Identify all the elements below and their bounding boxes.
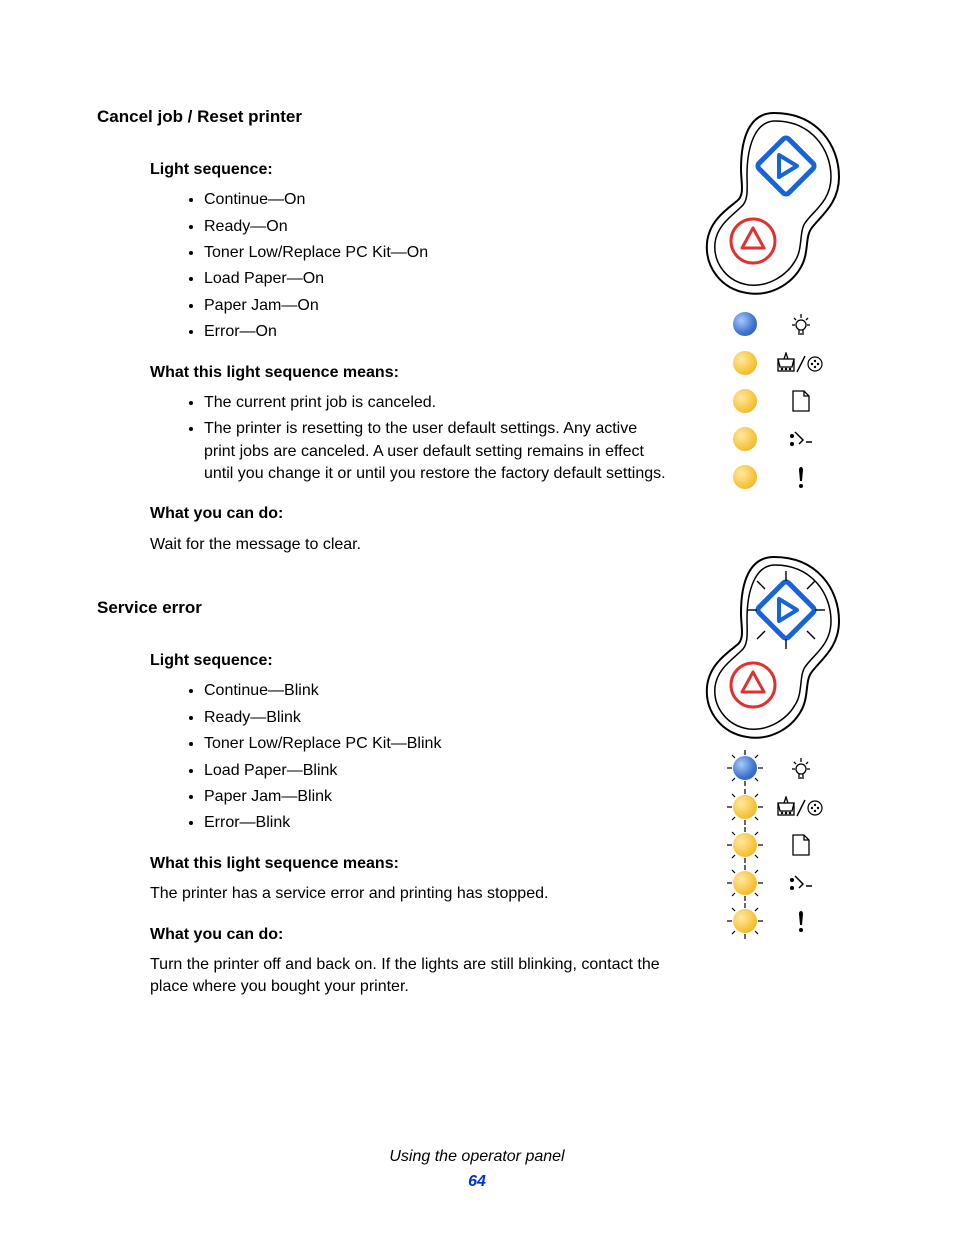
list-item: Error—On [204, 321, 669, 343]
list-item: Toner Low/Replace PC Kit—On [204, 242, 669, 264]
list-item: Load Paper—On [204, 268, 669, 290]
do-text: Turn the printer off and back on. If the… [150, 954, 669, 999]
toner-box-icon [777, 796, 825, 818]
list-item: Ready—Blink [204, 707, 669, 729]
list-item: Continue—Blink [204, 680, 669, 702]
content-column: Cancel job / Reset printer Light sequenc… [97, 105, 669, 1039]
light-sequence-list: Continue—Blink Ready—Blink Toner Low/Rep… [204, 680, 669, 834]
toner-box-icon [777, 352, 825, 374]
do-heading: What you can do: [150, 503, 669, 525]
do-text: Wait for the message to clear. [150, 534, 669, 556]
section-service-error: Service error Light sequence: Continue—B… [97, 596, 669, 998]
list-item: The current print job is canceled. [204, 392, 669, 414]
ready-led-blink-icon [733, 756, 757, 780]
error-exclaim-icon [796, 465, 806, 489]
section-title: Service error [97, 596, 669, 620]
toner-led-icon [733, 351, 757, 375]
means-text: The printer has a service error and prin… [150, 883, 669, 905]
list-item: The printer is resetting to the user def… [204, 418, 669, 485]
section-cancel-reset: Cancel job / Reset printer Light sequenc… [97, 105, 669, 556]
control-panel-icon [699, 549, 849, 749]
error-led-blink-icon [733, 909, 757, 933]
jam-led-icon [733, 427, 757, 451]
light-sequence-heading: Light sequence: [150, 159, 669, 181]
means-list: The current print job is canceled. The p… [204, 392, 669, 486]
error-exclaim-icon [796, 909, 806, 933]
ready-bulb-icon [788, 311, 814, 337]
page-footer: Using the operator panel 64 [0, 1146, 954, 1193]
footer-text: Using the operator panel [389, 1148, 564, 1165]
jam-led-blink-icon [733, 871, 757, 895]
list-item: Load Paper—Blink [204, 760, 669, 782]
light-sequence-list: Continue—On Ready—On Toner Low/Replace P… [204, 189, 669, 343]
paper-led-icon [733, 389, 757, 413]
panel-column [689, 105, 859, 1039]
paper-jam-icon [788, 428, 814, 450]
page-number: 64 [0, 1171, 954, 1193]
list-item: Paper Jam—On [204, 295, 669, 317]
list-item: Ready—On [204, 216, 669, 238]
error-led-icon [733, 465, 757, 489]
ready-bulb-icon [788, 755, 814, 781]
paper-jam-icon [788, 872, 814, 894]
load-paper-icon [790, 389, 812, 413]
operator-panel-diagram [689, 105, 859, 489]
operator-panel-diagram-blink [689, 549, 859, 933]
ready-led-icon [733, 312, 757, 336]
section-title: Cancel job / Reset printer [97, 105, 669, 129]
list-item: Paper Jam—Blink [204, 786, 669, 808]
control-panel-icon [699, 105, 849, 305]
list-item: Error—Blink [204, 812, 669, 834]
paper-led-blink-icon [733, 833, 757, 857]
do-heading: What you can do: [150, 924, 669, 946]
toner-led-blink-icon [733, 795, 757, 819]
list-item: Continue—On [204, 189, 669, 211]
list-item: Toner Low/Replace PC Kit—Blink [204, 733, 669, 755]
load-paper-icon [790, 833, 812, 857]
means-heading: What this light sequence means: [150, 362, 669, 384]
light-sequence-heading: Light sequence: [150, 650, 669, 672]
means-heading: What this light sequence means: [150, 853, 669, 875]
